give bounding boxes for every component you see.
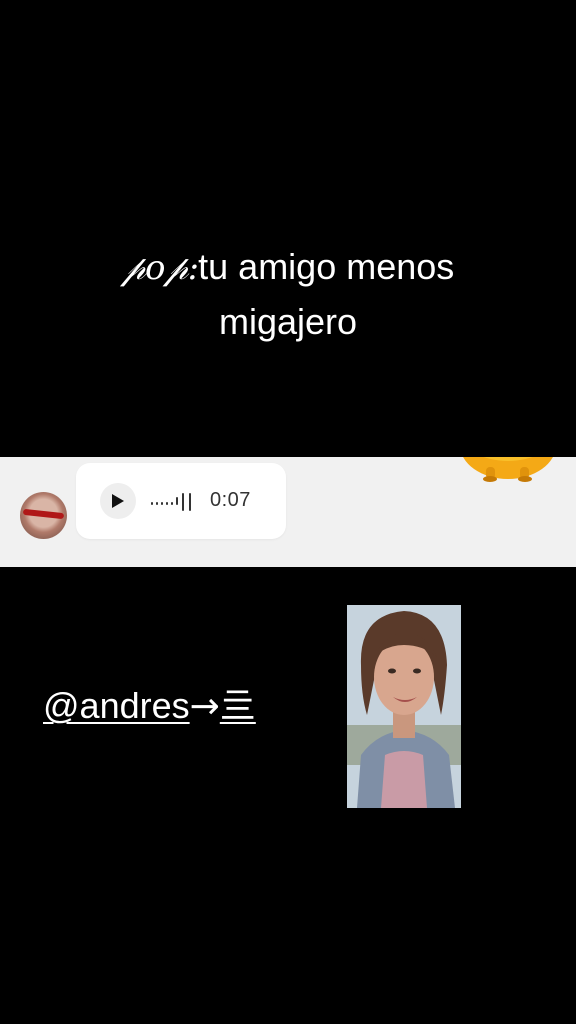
caption-line-1-text: tu amigo menos (198, 246, 455, 287)
avatar[interactable] (20, 492, 67, 539)
person-photo (347, 605, 461, 808)
audio-duration: 0:07 (210, 489, 251, 511)
caption-prefix: 𝓅𝑜𝓅: (121, 248, 199, 288)
mention-glyph: 亖 (219, 686, 256, 727)
caption-line-2: migajero (218, 301, 358, 342)
chat-screenshot-strip: 0:07 (0, 457, 576, 567)
audio-waveform-icon (151, 491, 203, 511)
play-icon (112, 494, 124, 508)
play-button[interactable] (100, 483, 136, 519)
user-mention-link[interactable]: @andres (43, 685, 190, 726)
caption-line-1: 𝓅𝑜𝓅:tu amigo menos (0, 240, 576, 295)
caption-text: 𝓅𝑜𝓅:tu amigo menos migajero (0, 240, 576, 349)
mention-text: @andres→亖 (43, 684, 256, 729)
person-photo-illustration (347, 605, 461, 808)
arrow-symbol: → (189, 686, 220, 727)
voice-message-bubble[interactable]: 0:07 (76, 463, 286, 539)
orange-mascot-icon (463, 457, 553, 482)
